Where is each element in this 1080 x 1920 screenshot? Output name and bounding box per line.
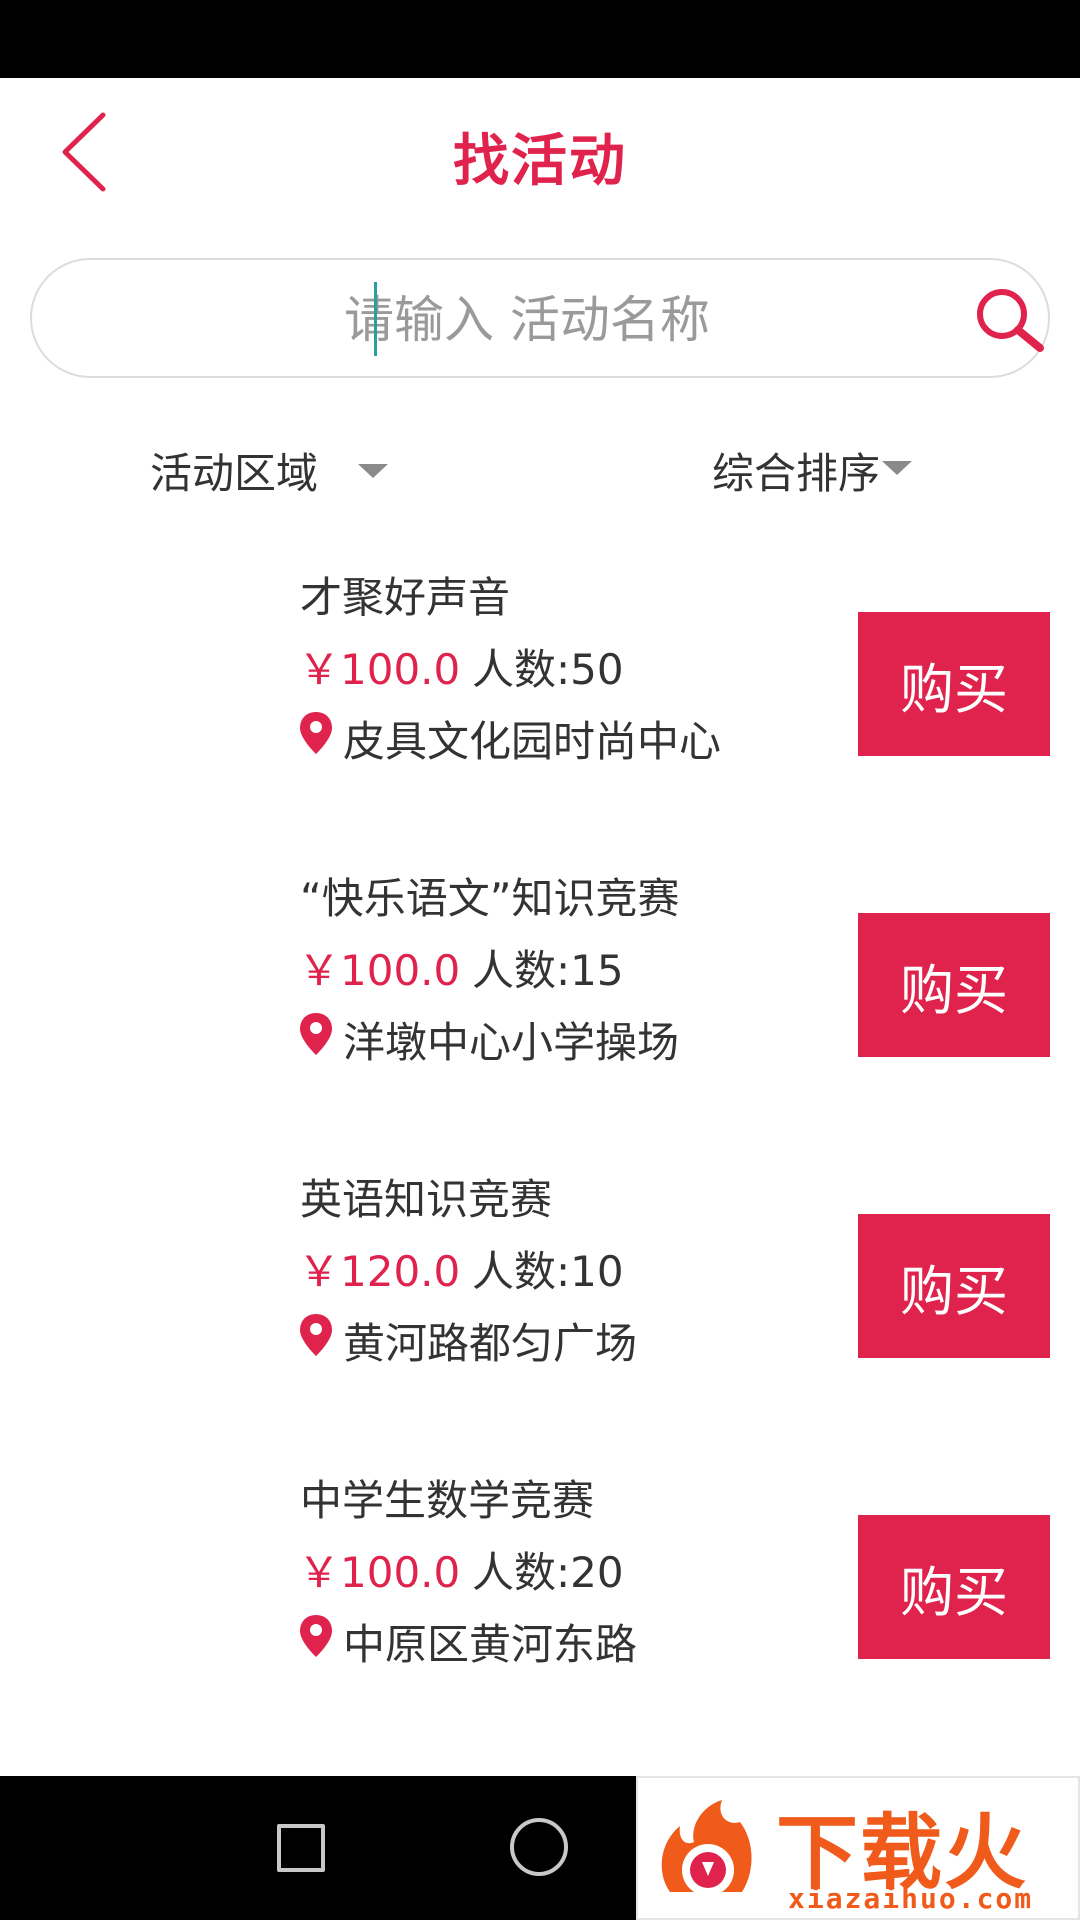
activity-count: 人数:10 <box>472 1247 624 1296</box>
activity-location: 皮具文化园时尚中心 <box>343 717 722 766</box>
status-bar <box>0 0 1080 78</box>
search-button[interactable] <box>972 286 1048 356</box>
activity-count: 人数:50 <box>472 645 624 694</box>
page-title: 找活动 <box>453 129 627 194</box>
activity-item[interactable]: 中学生数学竞赛 ￥100.0 人数:20 中原区黄河东路 购买 <box>0 1451 1080 1701</box>
home-button[interactable] <box>510 1818 568 1876</box>
activity-price: ￥100.0 <box>298 946 461 995</box>
buy-button[interactable]: 购买 <box>858 1214 1050 1358</box>
activity-price: ￥100.0 <box>298 1548 461 1597</box>
activity-title: 中学生数学竞赛 <box>300 1476 595 1525</box>
activity-location: 黄河路都匀广场 <box>343 1319 638 1368</box>
activity-location: 中原区黄河东路 <box>343 1620 638 1669</box>
location-pin-icon <box>300 1314 332 1356</box>
activity-location: 洋墩中心小学操场 <box>343 1018 680 1067</box>
sort-label: 综合排序 <box>712 449 881 498</box>
buy-button[interactable]: 购买 <box>858 913 1050 1057</box>
dropdown-arrow-icon <box>882 460 913 475</box>
activity-item[interactable]: “快乐语文”知识竞赛 ￥100.0 人数:15 洋墩中心小学操场 购买 <box>0 849 1080 1099</box>
search-box <box>30 258 1050 378</box>
header: 找活动 <box>0 78 1080 228</box>
activity-price: ￥120.0 <box>298 1247 461 1296</box>
search-icon <box>977 289 1044 352</box>
area-filter-label: 活动区域 <box>150 449 319 498</box>
buy-button[interactable]: 购买 <box>858 612 1050 756</box>
area-filter-dropdown[interactable]: 活动区域 <box>150 440 389 501</box>
location-pin-icon <box>300 1615 332 1657</box>
activity-item[interactable]: 才聚好声音 ￥100.0 人数:50 皮具文化园时尚中心 购买 <box>0 548 1080 798</box>
activity-count: 人数:15 <box>472 946 624 995</box>
sort-dropdown[interactable]: 综合排序 <box>712 440 913 501</box>
watermark-logo: 下载火 xiazaihuo.com <box>636 1776 1080 1920</box>
activity-title: 才聚好声音 <box>300 573 511 622</box>
text-cursor <box>374 282 377 356</box>
location-pin-icon <box>300 712 332 754</box>
watermark-url: xiazaihuo.com <box>788 1882 1034 1915</box>
search-input[interactable] <box>344 280 934 360</box>
activity-count: 人数:20 <box>472 1548 624 1597</box>
activity-price: ￥100.0 <box>298 645 461 694</box>
buy-button[interactable]: 购买 <box>858 1515 1050 1659</box>
dropdown-arrow-icon <box>358 463 389 478</box>
recent-apps-button[interactable] <box>277 1824 325 1872</box>
filter-bar: 活动区域 综合排序 <box>0 430 1080 510</box>
activity-title: “快乐语文”知识竞赛 <box>300 874 680 923</box>
location-pin-icon <box>300 1013 332 1055</box>
activity-title: 英语知识竞赛 <box>300 1175 553 1224</box>
activity-item[interactable]: 英语知识竞赛 ￥120.0 人数:10 黄河路都匀广场 购买 <box>0 1150 1080 1400</box>
flame-logo-icon <box>661 1800 752 1896</box>
